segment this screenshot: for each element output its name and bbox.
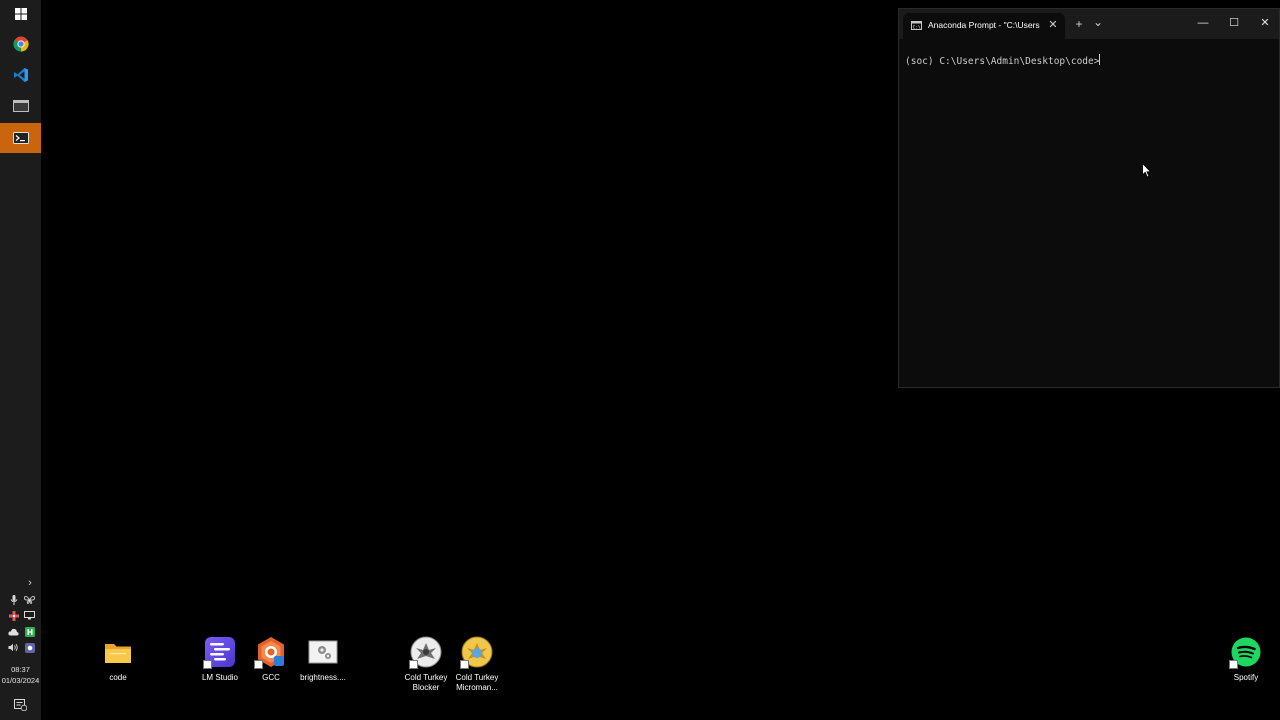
maximize-button[interactable]: ☐ xyxy=(1223,15,1245,31)
spotify-icon xyxy=(1229,636,1262,669)
taskbar: › 08:37 01/03/2024 xyxy=(0,0,41,720)
shortcut-arrow-icon xyxy=(409,660,418,669)
desktop-icon-label: Spotify xyxy=(1233,673,1259,682)
terminal-output[interactable]: (soc) C:\Users\Admin\Desktop\code> xyxy=(905,54,1101,69)
folder-icon xyxy=(102,636,134,668)
window-icon xyxy=(12,100,29,112)
notification-icon xyxy=(14,699,28,712)
onedrive-cloud-icon[interactable] xyxy=(8,626,19,637)
desktop-icon-brightness[interactable]: brightness.... xyxy=(293,636,353,683)
new-tab-button[interactable]: + xyxy=(1071,16,1087,32)
shortcut-arrow-icon xyxy=(254,660,263,669)
desktop-icon-label: code xyxy=(109,673,127,682)
green-app-icon[interactable] xyxy=(24,626,35,637)
terminal-icon xyxy=(12,132,29,144)
microphone-icon[interactable] xyxy=(8,594,19,605)
desktop-icon-cold-turkey-micromanager[interactable]: Cold Turkey Microman... xyxy=(447,636,507,693)
clock-time: 08:37 xyxy=(11,665,30,674)
desktop-icon-code[interactable]: code xyxy=(88,636,148,683)
tab-title: Anaconda Prompt - "C:\Users xyxy=(928,20,1040,30)
desktop-icon-label: GCC xyxy=(262,673,280,682)
taskbar-terminal[interactable] xyxy=(0,123,41,153)
cmd-icon: C:\ xyxy=(911,21,922,30)
terminal-window[interactable]: C:\ Anaconda Prompt - "C:\Users ✕ + ⌄ — … xyxy=(898,8,1280,388)
butterfly-icon[interactable] xyxy=(24,594,35,605)
prompt-line: (soc) C:\Users\Admin\Desktop\code> xyxy=(905,56,1100,67)
windows-logo-icon xyxy=(14,8,27,20)
shortcut-arrow-icon xyxy=(460,660,469,669)
notification-center-button[interactable] xyxy=(14,698,28,712)
svg-text:C:\: C:\ xyxy=(913,25,921,30)
tab-dropdown-chevron-icon[interactable]: ⌄ xyxy=(1090,14,1106,30)
clock-date: 01/03/2024 xyxy=(1,676,40,685)
taskbar-chrome[interactable] xyxy=(0,30,41,58)
terminal-titlebar[interactable]: C:\ Anaconda Prompt - "C:\Users ✕ + ⌄ — … xyxy=(899,9,1279,39)
tab-anaconda-prompt[interactable]: C:\ Anaconda Prompt - "C:\Users ✕ xyxy=(903,13,1065,39)
desktop-icon-spotify[interactable]: Spotify xyxy=(1216,636,1276,683)
lm-studio-icon xyxy=(203,636,236,669)
cold-turkey-micromanager-icon xyxy=(460,636,493,669)
text-caret xyxy=(1099,54,1101,65)
display-icon[interactable] xyxy=(24,610,35,621)
shortcut-arrow-icon xyxy=(1229,660,1238,669)
taskbar-clock[interactable]: 08:37 01/03/2024 xyxy=(0,664,41,686)
gcc-icon xyxy=(254,636,287,669)
vscode-icon xyxy=(13,68,28,82)
desktop-icon-label: brightness.... xyxy=(300,673,346,682)
desktop: › 08:37 01/03/2024 C:\ Anaconda Prompt -… xyxy=(0,0,1280,720)
shortcut-arrow-icon xyxy=(203,660,212,669)
teams-chat-icon[interactable] xyxy=(24,642,35,653)
start-button[interactable] xyxy=(0,0,41,28)
cold-turkey-blocker-icon xyxy=(409,636,442,669)
chrome-icon xyxy=(12,36,29,52)
close-window-button[interactable]: ✕ xyxy=(1254,15,1276,31)
volume-icon[interactable] xyxy=(8,642,19,653)
show-hidden-icons-chevron-icon[interactable]: › xyxy=(24,577,36,589)
settings-file-icon xyxy=(307,636,339,668)
taskbar-window-app[interactable] xyxy=(0,92,41,120)
desktop-icon-gcc[interactable]: GCC xyxy=(241,636,301,683)
tab-close-icon[interactable]: ✕ xyxy=(1046,18,1060,32)
health-cross-icon[interactable] xyxy=(8,610,19,621)
mouse-pointer-icon xyxy=(1142,163,1152,178)
taskbar-vscode[interactable] xyxy=(0,61,41,89)
desktop-icon-label: Cold Turkey Microman... xyxy=(455,673,499,692)
minimize-button[interactable]: — xyxy=(1192,15,1214,31)
